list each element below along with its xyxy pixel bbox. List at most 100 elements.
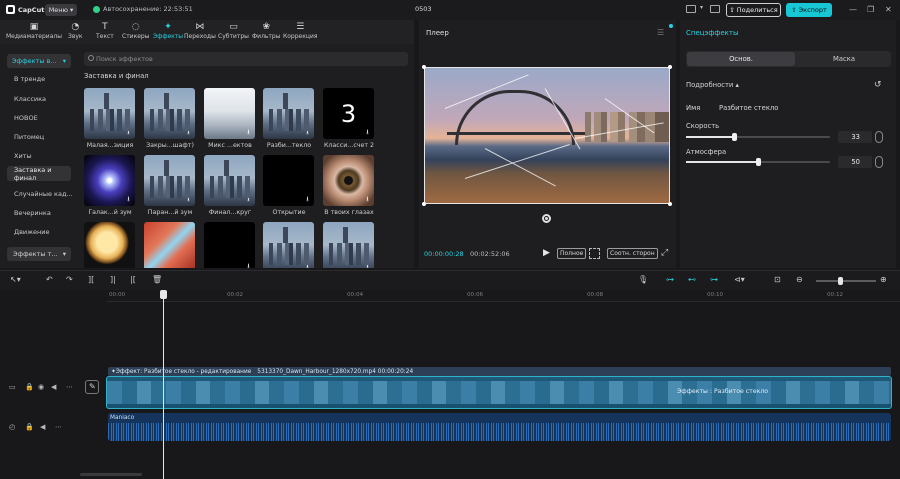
snap-icon[interactable]: ⊶ <box>710 275 718 284</box>
zoom-in-icon[interactable]: ⊕ <box>880 275 887 284</box>
trim-left-icon[interactable]: ]| <box>110 275 116 284</box>
caption-icon[interactable]: ⊡ <box>774 275 781 284</box>
layout-chevron-icon[interactable]: ▾ <box>700 4 703 11</box>
layout-icon[interactable] <box>686 5 696 13</box>
more-icon[interactable]: ⋯ <box>55 423 62 431</box>
sidebar-item-intro-outro[interactable]: Заставка и финал <box>7 166 71 182</box>
resize-handle[interactable] <box>668 65 672 69</box>
share-button[interactable]: ⇪ Поделиться <box>726 3 781 17</box>
effect-tile[interactable]: ⭳ <box>84 88 135 139</box>
download-icon[interactable]: ⭳ <box>364 196 371 203</box>
speed-slider[interactable] <box>686 133 830 141</box>
tab-effects[interactable]: ✦ Эффекты <box>153 22 183 40</box>
effect-tile[interactable]: ⭳ <box>263 155 314 206</box>
atmosphere-value-input[interactable]: 50 <box>838 156 872 168</box>
more-icon[interactable]: ⋯ <box>66 383 73 391</box>
video-clip[interactable]: Эффекты : Разбитое стекло <box>106 376 892 409</box>
undo-icon[interactable]: ↶ <box>46 275 53 284</box>
download-icon[interactable]: ⭳ <box>245 263 252 269</box>
magnet-icon[interactable]: ⊷ <box>688 275 696 284</box>
tab-transitions[interactable]: ⋈ Переходы <box>184 22 216 40</box>
zoom-slider[interactable] <box>816 277 876 285</box>
full-quality-button[interactable]: Полное <box>557 248 587 259</box>
effect-tile[interactable]: ⭳ <box>84 155 135 206</box>
export-button[interactable]: ⇧ Экспорт <box>786 3 832 17</box>
speed-value-input[interactable]: 33 <box>838 131 872 143</box>
visibility-icon[interactable]: ◉ <box>38 383 44 391</box>
zoom-slider-knob[interactable] <box>838 277 843 285</box>
download-icon[interactable]: ⭳ <box>304 263 311 269</box>
sidebar-footer-dropdown[interactable]: Эффекты т... ▾ <box>7 247 71 261</box>
microphone-icon[interactable]: 🎙 <box>638 275 648 284</box>
delete-icon[interactable]: 🗑 <box>152 275 162 284</box>
close-icon[interactable]: ✕ <box>885 5 892 14</box>
sidebar-item-classic[interactable]: Классика <box>14 95 46 103</box>
monitor-icon[interactable] <box>710 5 720 13</box>
effect-tile[interactable]: 3 ⭳ <box>323 88 374 139</box>
preview-axis-icon[interactable]: ⊲▾ <box>734 275 745 284</box>
track-video-icon[interactable]: ▭ <box>9 383 16 391</box>
effect-tile[interactable]: ⭳ <box>323 222 374 268</box>
effect-tile[interactable]: ⭳ <box>204 222 255 268</box>
speed-slider-knob[interactable] <box>731 133 737 141</box>
effect-tile[interactable]: ⭳ <box>144 155 195 206</box>
sidebar-item-party[interactable]: Вечеринка <box>14 209 51 217</box>
lock-icon[interactable]: 🔒 <box>25 383 34 391</box>
sidebar-item-pet[interactable]: Питомец <box>14 133 44 141</box>
time-ruler[interactable]: 00:00 00:02 00:04 00:06 00:08 00:10 00:1… <box>107 290 900 302</box>
reset-icon[interactable]: ↺ <box>874 80 882 90</box>
speed-stepper[interactable] <box>875 131 883 143</box>
download-icon[interactable]: ⭳ <box>245 129 252 136</box>
mute-icon[interactable]: ◀ <box>51 383 56 391</box>
download-icon[interactable]: ⭳ <box>125 129 132 136</box>
sidebar-item-hits[interactable]: Хиты <box>14 152 32 160</box>
lock-icon[interactable]: 🔒 <box>25 423 34 431</box>
atmosphere-slider[interactable] <box>686 158 830 166</box>
tab-basic[interactable]: Основ. <box>687 52 795 66</box>
atmosphere-slider-knob[interactable] <box>756 158 761 166</box>
mute-icon[interactable]: ◀ <box>40 423 45 431</box>
tab-adjust[interactable]: ☰ Коррекция <box>283 22 317 40</box>
effect-tile[interactable] <box>144 222 195 268</box>
atmosphere-stepper[interactable] <box>875 156 883 168</box>
link-clips-icon[interactable]: ⊶ <box>666 275 674 284</box>
tab-media[interactable]: ▣ Медиаматериалы <box>6 22 62 40</box>
sidebar-header-dropdown[interactable]: Эффекты в... ▾ <box>7 54 71 68</box>
download-icon[interactable]: ⭳ <box>185 129 192 136</box>
zoom-out-icon[interactable]: ⊖ <box>796 275 803 284</box>
tab-subtitles[interactable]: ▭ Субтитры <box>218 22 249 40</box>
horizontal-scrollbar[interactable] <box>80 473 142 476</box>
sidebar-item-random-frames[interactable]: Случайные кад... <box>14 190 73 198</box>
download-icon[interactable]: ⭳ <box>185 196 192 203</box>
resize-handle[interactable] <box>422 65 426 69</box>
play-icon[interactable]: ▶ <box>543 248 550 258</box>
download-icon[interactable]: ⭳ <box>245 196 252 203</box>
cover-button[interactable]: ✎ <box>85 380 99 394</box>
details-section[interactable]: Подробности ▴ <box>686 81 739 89</box>
fullscreen-icon[interactable]: ⤢ <box>661 248 668 258</box>
tab-audio[interactable]: ◔ Звук <box>68 22 83 40</box>
audio-clip[interactable]: Maniaco <box>108 413 891 441</box>
download-icon[interactable]: ⭳ <box>364 129 371 136</box>
effect-tile[interactable]: ⭳ <box>204 88 255 139</box>
effect-tile[interactable]: ⭳ <box>144 88 195 139</box>
minimize-icon[interactable]: — <box>849 5 857 14</box>
tab-filters[interactable]: ❀ Фильтры <box>252 22 280 40</box>
download-icon[interactable]: ⭳ <box>304 129 311 136</box>
select-cursor-icon[interactable]: ↖▾ <box>10 275 21 284</box>
playhead[interactable] <box>160 290 167 479</box>
effect-tile[interactable]: ⭳ <box>263 88 314 139</box>
effect-tile[interactable]: ⭳ <box>263 222 314 268</box>
download-icon[interactable]: ⭳ <box>125 196 132 203</box>
tab-stickers[interactable]: ◌ Стикеры <box>122 22 149 40</box>
rotate-handle-icon[interactable] <box>542 214 551 223</box>
split-icon[interactable]: ][ <box>88 275 94 284</box>
sidebar-item-motion[interactable]: Движение <box>14 228 49 236</box>
download-icon[interactable]: ⭳ <box>304 196 311 203</box>
maximize-icon[interactable]: ❐ <box>867 5 874 14</box>
aspect-ratio-button[interactable]: Соотн. сторон <box>607 248 658 259</box>
video-preview[interactable] <box>424 67 670 204</box>
tab-text[interactable]: T Текст <box>96 22 114 40</box>
menu-button[interactable]: Меню ▾ <box>45 4 77 16</box>
resize-handle[interactable] <box>422 202 426 206</box>
